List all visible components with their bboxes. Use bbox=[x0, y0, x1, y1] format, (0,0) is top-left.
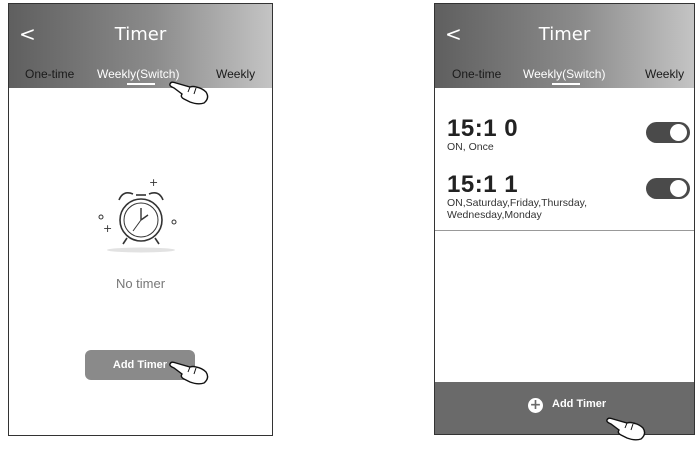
divider bbox=[435, 230, 694, 231]
alarm-clock-icon: + + bbox=[95, 174, 185, 262]
tab-weekly[interactable]: Weekly bbox=[645, 67, 684, 81]
pointing-hand-icon bbox=[169, 81, 209, 105]
timer-toggle[interactable] bbox=[646, 122, 690, 143]
tab-bar: One-time Weekly(Switch) Weekly bbox=[9, 67, 272, 85]
active-tab-indicator bbox=[552, 83, 580, 85]
header: < Timer One-time Weekly(Switch) Weekly bbox=[9, 4, 272, 88]
empty-timer-screen: < Timer One-time Weekly(Switch) Weekly +… bbox=[8, 3, 273, 436]
page-title: Timer bbox=[114, 24, 167, 45]
timer-time: 15:1 1 bbox=[447, 171, 519, 198]
svg-text:+: + bbox=[103, 222, 112, 235]
tab-bar: One-time Weekly(Switch) Weekly bbox=[435, 67, 694, 85]
empty-message: No timer bbox=[115, 276, 166, 291]
toggle-knob bbox=[670, 180, 687, 197]
timer-description: ON,Saturday,Friday,Thursday, Wednesday,M… bbox=[447, 197, 588, 221]
active-tab-indicator bbox=[127, 83, 155, 85]
add-timer-label: Add Timer bbox=[552, 398, 607, 410]
header: < Timer One-time Weekly(Switch) Weekly bbox=[435, 4, 694, 88]
add-timer-bar[interactable]: + Add Timer bbox=[435, 382, 694, 434]
tab-weekly-switch[interactable]: Weekly(Switch) bbox=[523, 67, 605, 81]
pointing-hand-icon bbox=[169, 361, 209, 385]
plus-circle-icon: + bbox=[528, 397, 543, 413]
tab-weekly[interactable]: Weekly bbox=[216, 67, 255, 81]
toggle-knob bbox=[670, 124, 687, 141]
page-title: Timer bbox=[538, 24, 591, 45]
timer-list-screen: < Timer One-time Weekly(Switch) Weekly 1… bbox=[434, 3, 695, 435]
timer-description: ON, Once bbox=[447, 141, 494, 153]
tab-one-time[interactable]: One-time bbox=[452, 67, 501, 81]
tab-one-time[interactable]: One-time bbox=[25, 67, 74, 81]
timer-toggle[interactable] bbox=[646, 178, 690, 199]
timer-time: 15:1 0 bbox=[447, 115, 519, 142]
pointing-hand-icon bbox=[606, 417, 646, 441]
svg-text:+: + bbox=[149, 176, 158, 189]
